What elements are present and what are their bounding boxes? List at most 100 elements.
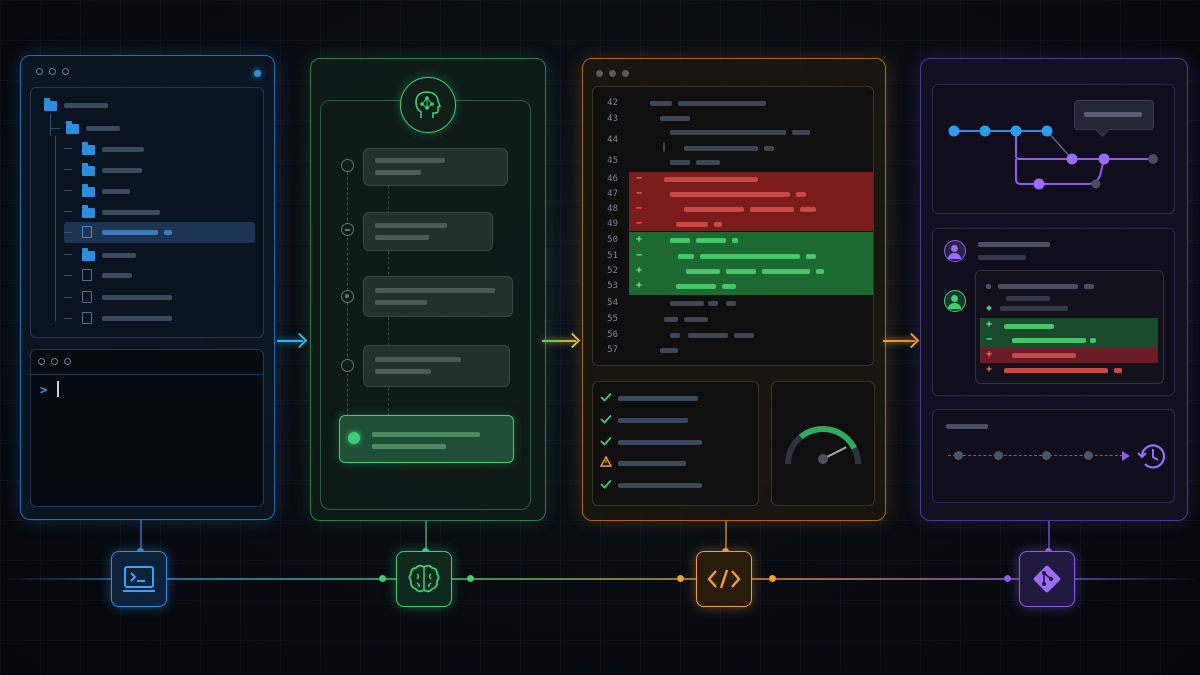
code-token [688, 333, 728, 338]
window-dot[interactable] [64, 358, 71, 365]
step-text [375, 223, 447, 228]
review-text [986, 284, 991, 289]
ai-stage-button[interactable] [396, 551, 452, 607]
commit-node[interactable] [979, 125, 991, 137]
check-item [618, 418, 688, 423]
window-dot[interactable] [38, 358, 45, 365]
folder-icon [82, 205, 95, 218]
history-title [946, 424, 988, 429]
terminal-window-controls[interactable] [38, 358, 71, 365]
window-dot[interactable] [609, 70, 616, 77]
step-text [375, 369, 431, 374]
step-indicator [341, 223, 354, 236]
reasoning-step[interactable] [363, 212, 493, 251]
diff-marker: + [636, 234, 643, 245]
review-diff-marker: − [986, 334, 993, 345]
step-text [375, 300, 427, 305]
history-node[interactable] [1084, 451, 1093, 460]
commit-node[interactable] [948, 125, 960, 137]
window-controls[interactable] [36, 68, 69, 75]
terminal-window[interactable] [30, 349, 264, 507]
commit-node[interactable] [1148, 154, 1158, 164]
file-tree-item[interactable] [102, 316, 172, 321]
git-icon [1033, 565, 1061, 593]
code-token [726, 301, 736, 306]
diff-marker: − [636, 250, 643, 261]
tree-guide [64, 169, 72, 170]
file-icon [82, 291, 92, 303]
step-indicator [341, 290, 354, 303]
history-icon[interactable] [1136, 440, 1168, 472]
file-tree-item[interactable] [102, 210, 160, 215]
commit-node[interactable] [1091, 179, 1101, 189]
diff-marker: − [636, 188, 643, 199]
code-token-added [762, 269, 810, 274]
window-dot[interactable] [596, 70, 603, 77]
code-token-removed [800, 207, 816, 212]
added-lines-highlight [629, 232, 873, 295]
file-tree-item[interactable] [102, 253, 136, 258]
file-tree-item[interactable] [86, 126, 120, 131]
review-meta [978, 255, 1026, 260]
avatar[interactable] [944, 240, 966, 262]
window-dot[interactable] [49, 68, 56, 75]
folder-icon [44, 98, 57, 111]
tree-guide [64, 254, 72, 255]
pipeline-node [1004, 575, 1011, 582]
check-item [618, 440, 702, 445]
commit-node[interactable] [1033, 178, 1045, 190]
folder-icon [82, 184, 95, 197]
diff-marker: − [636, 218, 643, 229]
terminal-cursor [57, 381, 59, 397]
step-text [375, 235, 429, 240]
review-diff-marker: + [986, 349, 993, 360]
tree-guide [55, 136, 56, 321]
file-icon [82, 312, 92, 324]
code-token [708, 301, 718, 306]
commit-node[interactable] [1010, 125, 1022, 137]
file-tree-item[interactable] [102, 295, 172, 300]
file-tree-item[interactable] [102, 189, 130, 194]
commit-node[interactable] [1041, 125, 1053, 137]
window-dot[interactable] [62, 68, 69, 75]
check-item [618, 461, 686, 466]
window-dot[interactable] [622, 70, 629, 77]
commit-node[interactable] [1066, 153, 1078, 165]
window-dot[interactable] [51, 358, 58, 365]
check-icon [600, 479, 612, 489]
review-added-highlight [980, 318, 1158, 348]
file-tree-item[interactable] [102, 273, 132, 278]
git-stage-button[interactable] [1019, 551, 1075, 607]
file-tree-item[interactable] [64, 103, 108, 108]
line-number: 51 [607, 251, 618, 261]
diff-marker: − [636, 173, 643, 184]
reasoning-step[interactable] [363, 345, 510, 387]
file-tree-item[interactable] [102, 168, 142, 173]
line-number: 56 [607, 330, 618, 340]
code-stage-button[interactable] [696, 551, 752, 607]
line-number: 48 [607, 204, 618, 214]
terminal-stage-button[interactable] [111, 551, 167, 607]
avatar[interactable] [944, 290, 966, 312]
history-node[interactable] [1042, 451, 1051, 460]
tree-guide [64, 190, 72, 191]
line-number: 54 [607, 298, 618, 308]
tree-guide [64, 211, 72, 212]
step-text [372, 444, 446, 449]
file-tree-item[interactable] [102, 147, 144, 152]
commit-node[interactable] [1098, 153, 1110, 165]
reasoning-step[interactable] [363, 148, 508, 186]
code-token-added [670, 238, 690, 243]
step-indicator [341, 359, 354, 372]
gauge-fill [798, 425, 857, 450]
history-node[interactable] [954, 451, 963, 460]
terminal-icon [123, 566, 155, 592]
window-controls[interactable] [596, 70, 629, 77]
window-dot[interactable] [36, 68, 43, 75]
file-tree-item-selected[interactable] [64, 222, 255, 243]
reasoning-step[interactable] [363, 276, 513, 317]
history-node[interactable] [994, 451, 1003, 460]
code-token [792, 130, 810, 135]
code-token [670, 333, 680, 338]
reasoning-step-active[interactable] [339, 415, 514, 463]
